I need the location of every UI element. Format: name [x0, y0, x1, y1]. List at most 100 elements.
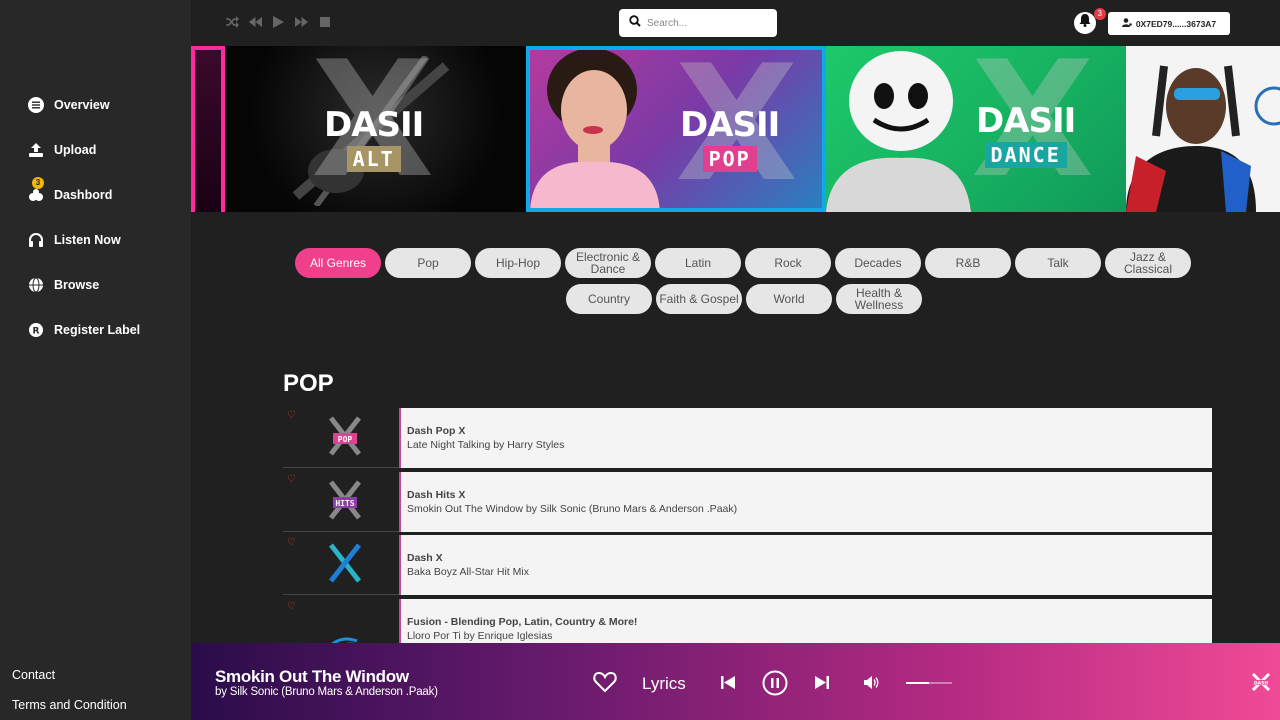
station-logo-tag: POP	[338, 435, 353, 444]
mini-transport	[225, 13, 332, 31]
volume-fill	[906, 682, 929, 684]
play-icon[interactable]	[271, 13, 286, 31]
station-thumb: ♡ HITS	[283, 471, 399, 532]
station-name: Fusion - Blending Pop, Latin, Country & …	[407, 615, 638, 628]
carousel-card-alt[interactable]: X DASII ALT	[226, 46, 526, 212]
sidebar-item-label: Listen Now	[54, 232, 121, 247]
station-row[interactable]: ♡ POP Dash Pop X Late Night Talking by H…	[283, 408, 1212, 468]
heart-icon[interactable]	[593, 671, 617, 698]
sidebar-item-overview[interactable]: Overview	[0, 82, 191, 127]
wallet-button[interactable]: 0X7ED79......3673A7	[1108, 12, 1230, 35]
sidebar-item-register-label[interactable]: R Register Label	[0, 307, 191, 352]
upload-icon	[28, 142, 44, 158]
station-carousel: X DASII ALT X DASII POP X DASII DANCE	[191, 46, 1280, 212]
shuffle-icon[interactable]	[225, 13, 240, 31]
station-name: Dash Hits X	[407, 488, 466, 501]
dash-logo: DASII DANCE	[976, 101, 1076, 168]
genre-jazz-classical[interactable]: Jazz & Classical	[1105, 248, 1191, 278]
fast-forward-icon[interactable]	[294, 13, 309, 31]
favorite-icon[interactable]: ♡	[287, 537, 296, 548]
artist-photo	[1126, 65, 1280, 212]
headphones-icon	[28, 232, 44, 248]
genre-country[interactable]: Country	[566, 284, 652, 314]
genre-faith-gospel[interactable]: Faith & Gospel	[656, 284, 742, 314]
contact-link[interactable]: Contact	[12, 660, 127, 690]
stop-icon[interactable]	[317, 13, 332, 31]
genre-electronic-dance[interactable]: Electronic & Dance	[565, 248, 651, 278]
genre-rnb[interactable]: R&B	[925, 248, 1011, 278]
genre-row-1: All Genres Pop Hip-Hop Electronic & Danc…	[295, 248, 1195, 278]
dash-wordmark: DASII	[680, 105, 780, 145]
sidebar-item-dashbord[interactable]: 3 Dashbord	[0, 172, 191, 217]
station-row[interactable]: ♡ Dash X Baka Boyz All-Star Hit Mix	[283, 535, 1212, 595]
sidebar-item-label: Dashbord	[54, 187, 113, 202]
dash-x-logo-icon: DASH	[1251, 672, 1271, 697]
station-logo	[329, 543, 361, 583]
station-track: Baka Boyz All-Star Hit Mix	[407, 566, 529, 578]
terms-link[interactable]: Terms and Condition	[12, 690, 127, 720]
search-icon	[629, 14, 641, 32]
sidebar: Overview Upload 3 Dashbord Listen Now Br…	[0, 0, 191, 720]
carousel-card-partial-right[interactable]	[1126, 46, 1280, 212]
top-bar: 3 0X7ED79......3673A7	[191, 0, 1280, 46]
station-tag: ALT	[346, 146, 401, 172]
station-track: Late Night Talking by Harry Styles	[407, 439, 565, 451]
now-playing-title: Smokin Out The Window	[215, 667, 409, 686]
sidebar-item-label: Upload	[54, 142, 97, 157]
genre-decades[interactable]: Decades	[835, 248, 921, 278]
search-box[interactable]	[619, 9, 777, 37]
rewind-icon[interactable]	[248, 13, 263, 31]
carousel-card-pop[interactable]: X DASII POP	[526, 46, 826, 212]
previous-icon[interactable]	[721, 676, 735, 694]
search-input[interactable]	[647, 17, 767, 29]
lyrics-button[interactable]: Lyrics	[642, 674, 686, 694]
station-thumb: ♡	[283, 535, 399, 595]
genre-filter: All Genres Pop Hip-Hop Electronic & Danc…	[295, 248, 1195, 320]
genre-health-wellness[interactable]: Health & Wellness	[836, 284, 922, 314]
registered-icon: R	[28, 322, 44, 338]
genre-world[interactable]: World	[746, 284, 832, 314]
station-track: Smokin Out The Window by Silk Sonic (Bru…	[407, 502, 738, 515]
svg-text:DASH: DASH	[1254, 680, 1268, 686]
notification-button[interactable]: 3	[1074, 8, 1106, 34]
favorite-icon[interactable]: ♡	[287, 474, 296, 485]
section-title: POP	[283, 370, 334, 397]
station-tag: POP	[702, 146, 757, 172]
station-info: Dash Pop X Late Night Talking by Harry S…	[399, 408, 1212, 468]
volume-slider[interactable]	[906, 682, 952, 684]
station-info: Dash X Baka Boyz All-Star Hit Mix	[399, 535, 1212, 595]
list-icon	[28, 96, 44, 113]
station-thumb: ♡ POP	[283, 408, 399, 468]
next-icon[interactable]	[815, 676, 829, 694]
carousel-card-partial[interactable]	[191, 46, 225, 212]
genre-row-2: Country Faith & Gospel World Health & We…	[566, 284, 1195, 314]
dash-logo: DASII POP	[680, 105, 780, 172]
station-info: Dash Hits X Smokin Out The Window by Sil…	[399, 471, 1212, 532]
genre-talk[interactable]: Talk	[1015, 248, 1101, 278]
dash-logo: DASII ALT	[324, 108, 424, 172]
dash-wordmark: DASII	[976, 101, 1076, 141]
genre-hip-hop[interactable]: Hip-Hop	[475, 248, 561, 278]
pause-icon[interactable]	[762, 670, 788, 701]
carousel-card-dance[interactable]: X DASII DANCE	[826, 46, 1126, 212]
volume-icon[interactable]	[864, 676, 880, 694]
favorite-icon[interactable]: ♡	[287, 410, 296, 421]
station-logo: HITS	[329, 479, 361, 520]
dashboard-badge: 3	[32, 176, 44, 189]
player-bar: Smokin Out The Window by Silk Sonic (Bru…	[191, 643, 1280, 720]
now-playing-artist: by Silk Sonic (Bruno Mars & Anderson .Pa…	[215, 686, 438, 698]
sidebar-item-listen-now[interactable]: Listen Now	[0, 217, 191, 262]
station-logo-tag: HITS	[335, 499, 354, 508]
genre-all-genres[interactable]: All Genres	[295, 248, 381, 278]
station-row[interactable]: ♡ HITS Dash Hits X Smokin Out The Window…	[283, 471, 1212, 532]
genre-latin[interactable]: Latin	[655, 248, 741, 278]
station-logo: POP	[329, 416, 361, 456]
sidebar-item-label: Overview	[54, 97, 110, 112]
sidebar-item-browse[interactable]: Browse	[0, 262, 191, 307]
genre-rock[interactable]: Rock	[745, 248, 831, 278]
wallet-address: 0X7ED79......3673A7	[1135, 18, 1217, 29]
station-name: Dash X	[407, 552, 443, 564]
sidebar-item-upload[interactable]: Upload	[0, 127, 191, 172]
genre-pop[interactable]: Pop	[385, 248, 471, 278]
favorite-icon[interactable]: ♡	[287, 601, 296, 612]
